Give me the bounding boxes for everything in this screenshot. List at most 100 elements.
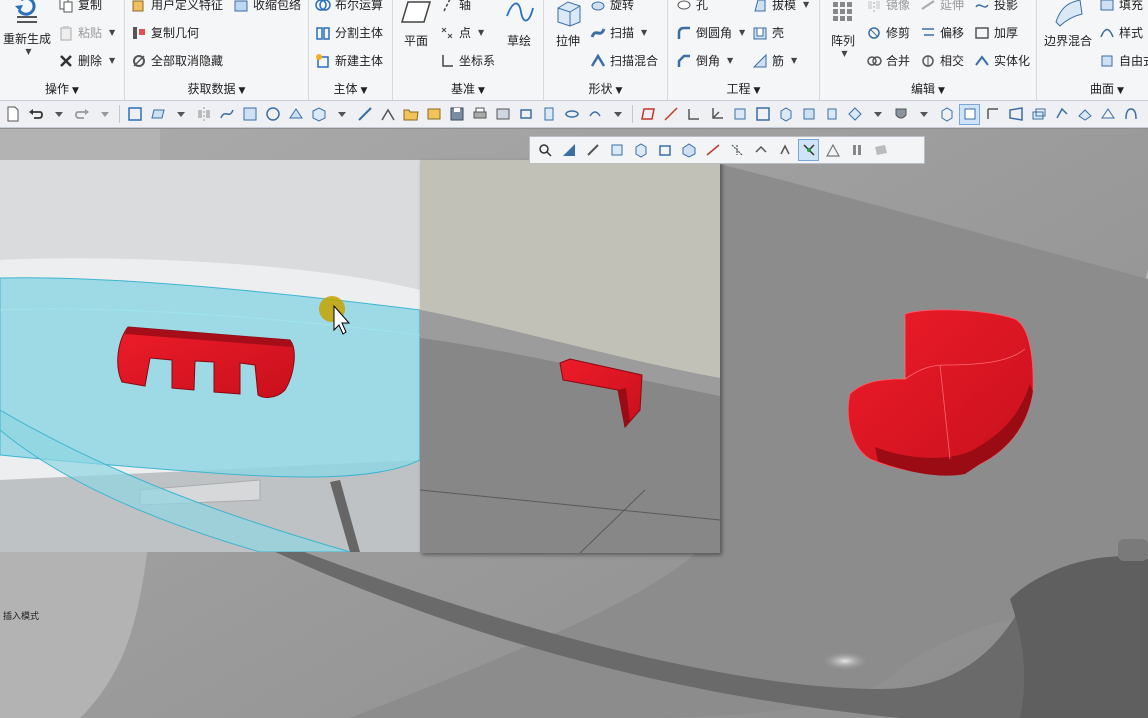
rib-button[interactable]: 筋 ▼ — [752, 52, 797, 69]
unhide-all-button[interactable]: 全部取消隐藏 — [131, 52, 223, 69]
display-style-icon[interactable] — [890, 104, 911, 125]
print-icon[interactable] — [469, 104, 490, 125]
regenerate-dropdown-icon[interactable]: ▼ — [25, 47, 31, 56]
view-right-icon[interactable] — [821, 104, 842, 125]
close-window-icon[interactable] — [492, 104, 513, 125]
draft-dropdown-icon[interactable]: ▼ — [803, 0, 809, 9]
perspective-icon[interactable] — [1005, 104, 1026, 125]
fill-button[interactable]: 填充 — [1099, 0, 1143, 13]
mirror-button[interactable]: 镜像 — [866, 0, 910, 13]
operations-group-label[interactable]: 操作 ▼ — [0, 80, 124, 97]
intersect-button[interactable]: 相交 — [920, 52, 964, 69]
mirror-tool-icon[interactable] — [193, 104, 214, 125]
extend-button[interactable]: 延伸 — [920, 0, 964, 13]
body-group-label[interactable]: 主体 ▼ — [309, 80, 392, 97]
saved-orientation-icon[interactable] — [630, 139, 651, 161]
revolve-button[interactable]: 旋转 — [590, 0, 634, 13]
extrude-button[interactable]: 拉伸 — [548, 0, 588, 49]
sweep-dropdown-icon[interactable]: ▼ — [641, 28, 647, 37]
round-dropdown-icon[interactable]: ▼ — [739, 28, 745, 37]
spin-center-icon[interactable] — [798, 139, 819, 161]
datum-display-icon[interactable] — [982, 104, 1003, 125]
repaint-icon[interactable] — [729, 104, 750, 125]
view-front-icon[interactable] — [775, 104, 796, 125]
swept-blend-button[interactable]: 扫描混合 — [590, 52, 658, 69]
split-body-button[interactable]: 分割主体 — [315, 24, 383, 41]
extrude-tool-icon[interactable] — [308, 104, 329, 125]
sketch-button[interactable]: 草绘 — [501, 0, 537, 49]
select-box-icon[interactable] — [124, 104, 145, 125]
style-button[interactable]: 样式 — [1099, 24, 1143, 41]
sweep-button[interactable]: 扫描 ▼ — [590, 24, 647, 41]
project-button[interactable]: 投影 — [974, 0, 1018, 13]
offset-button[interactable]: 偏移 — [920, 24, 964, 41]
saved-views-icon[interactable] — [844, 104, 865, 125]
cross-section-icon[interactable] — [1120, 104, 1141, 125]
appearance-icon[interactable] — [1074, 104, 1095, 125]
surfaces-group-label[interactable]: 曲面 ▼ — [1037, 80, 1148, 97]
axis-toggle-icon[interactable] — [726, 139, 747, 161]
display-mode-icon[interactable] — [678, 139, 699, 161]
graphics-viewport[interactable] — [0, 129, 1148, 718]
saved-views-dropdown-icon[interactable] — [867, 104, 888, 125]
sketch-point-icon[interactable] — [683, 104, 704, 125]
new-file-icon[interactable] — [2, 104, 23, 125]
section-icon[interactable] — [1097, 104, 1118, 125]
zoom-fit-icon[interactable] — [752, 104, 773, 125]
shell-tool-icon[interactable] — [538, 104, 559, 125]
open-folder-icon[interactable] — [400, 104, 421, 125]
reorient-icon[interactable] — [654, 139, 675, 161]
zoom-icon[interactable] — [534, 139, 555, 161]
toggle-datum-icon[interactable] — [515, 104, 536, 125]
freestyle-button[interactable]: 自由式 — [1099, 52, 1148, 69]
csys-toggle-icon[interactable] — [774, 139, 795, 161]
new-body-button[interactable]: 新建主体 — [315, 52, 383, 69]
pause-icon[interactable] — [846, 139, 867, 161]
annotation-toggle-icon[interactable] — [822, 139, 843, 161]
csys-icon[interactable] — [706, 104, 727, 125]
pattern-button[interactable]: 阵列 ▼ — [826, 0, 860, 58]
rib-dropdown-icon[interactable]: ▼ — [791, 56, 797, 65]
datum-group-label[interactable]: 基准 ▼ — [393, 80, 543, 97]
extrude-dropdown-icon[interactable] — [331, 104, 352, 125]
display-style-dropdown-icon[interactable] — [913, 104, 934, 125]
round-button[interactable]: 倒圆角 ▼ — [676, 24, 745, 41]
save-icon[interactable] — [446, 104, 467, 125]
regenerate-button[interactable]: 重新生成 ▼ — [2, 0, 52, 56]
user-defined-feature-button[interactable]: 用户定义特征 — [131, 0, 223, 13]
copy-geometry-button[interactable]: 复制几何 — [131, 24, 199, 41]
redo-dropdown-icon[interactable] — [94, 104, 115, 125]
trim-button[interactable]: 修剪 — [866, 24, 910, 41]
pattern-dropdown-icon[interactable]: ▼ — [841, 49, 847, 58]
window-icon[interactable] — [423, 104, 444, 125]
point-button[interactable]: 点 ▼ — [439, 24, 484, 41]
redo-icon[interactable] — [71, 104, 92, 125]
hole-button[interactable]: 孔 — [676, 0, 708, 13]
point-dropdown-icon[interactable]: ▼ — [478, 28, 484, 37]
datum-plane-icon[interactable] — [637, 104, 658, 125]
layer-icon[interactable] — [1028, 104, 1049, 125]
plane-display-icon[interactable] — [147, 104, 168, 125]
engineering-group-label[interactable]: 工程 ▼ — [668, 80, 819, 97]
revolve-tool-icon[interactable] — [561, 104, 582, 125]
editing-group-label[interactable]: 编辑 ▼ — [820, 80, 1036, 97]
chamfer-button[interactable]: 倒角 ▼ — [676, 52, 733, 69]
shrinkwrap-button[interactable]: 收缩包络 — [233, 0, 301, 13]
axis-button[interactable]: 轴 — [439, 0, 471, 13]
measure-icon[interactable] — [354, 104, 375, 125]
plane-display-dropdown-icon[interactable] — [170, 104, 191, 125]
datum-axis-icon[interactable] — [660, 104, 681, 125]
delete-button[interactable]: 删除 ▼ — [58, 52, 115, 69]
spin-icon[interactable] — [584, 104, 605, 125]
point-toggle-icon[interactable] — [750, 139, 771, 161]
shell-button[interactable]: 壳 — [752, 24, 784, 41]
pan-icon[interactable] — [582, 139, 603, 161]
merge-button[interactable]: 合并 — [866, 52, 910, 69]
grid-icon[interactable] — [1143, 104, 1148, 125]
wireframe-icon[interactable] — [936, 104, 957, 125]
analysis-icon[interactable] — [377, 104, 398, 125]
boolean-button[interactable]: 布尔运算 — [315, 0, 383, 13]
draft-button[interactable]: 拔模 ▼ — [752, 0, 809, 13]
plane-toggle-icon[interactable] — [702, 139, 723, 161]
style-tool-icon[interactable] — [285, 104, 306, 125]
